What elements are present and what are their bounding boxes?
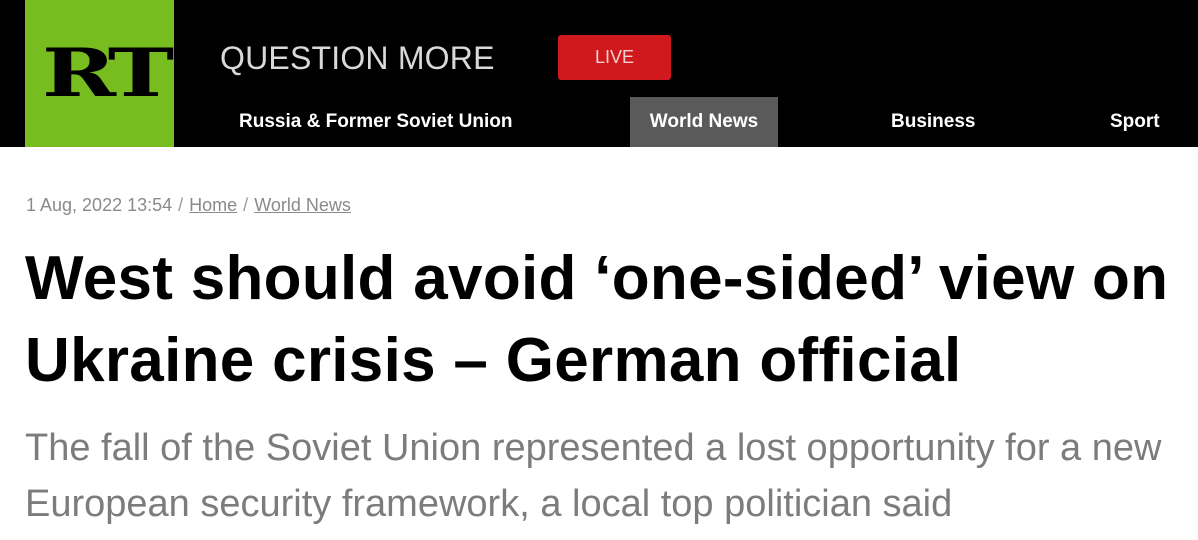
- publish-date: 1 Aug, 2022 13:54: [26, 195, 173, 215]
- nav-item-russia-former-soviet-union[interactable]: Russia & Former Soviet Union: [239, 97, 512, 147]
- article-headline: West should avoid ‘one-sided’ view on Uk…: [25, 244, 1169, 395]
- nav-item-world-news[interactable]: World News: [630, 97, 778, 147]
- tagline: QUESTION MORE: [220, 40, 495, 76]
- live-button[interactable]: LIVE: [558, 35, 671, 80]
- rt-logo[interactable]: RT: [25, 0, 174, 147]
- nav-item-sport[interactable]: Sport: [1110, 97, 1160, 147]
- breadcrumb: 1 Aug, 2022 13:54/Home / World News: [26, 192, 351, 218]
- breadcrumb-section-link[interactable]: World News: [254, 195, 351, 215]
- breadcrumb-home-link[interactable]: Home: [189, 195, 237, 215]
- breadcrumb-separator: /: [243, 195, 249, 215]
- nav-item-business[interactable]: Business: [891, 97, 975, 147]
- top-navigation-bar: RT QUESTION MORE LIVE Russia & Former So…: [0, 0, 1198, 147]
- article-summary: The fall of the Soviet Union represented…: [25, 427, 1162, 525]
- logo-text: RT: [42, 34, 174, 112]
- breadcrumb-separator: /: [178, 195, 184, 215]
